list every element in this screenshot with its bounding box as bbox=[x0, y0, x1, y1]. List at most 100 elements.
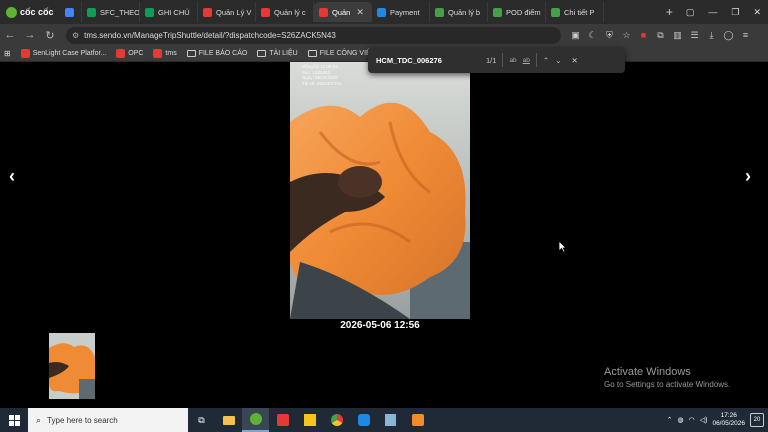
sidebar-icon[interactable]: ▥ bbox=[669, 30, 686, 41]
find-input[interactable] bbox=[376, 55, 476, 65]
bookmark-senlight[interactable]: SenLight Case Platfor... bbox=[20, 49, 106, 58]
tab-search-icon[interactable]: ▢ bbox=[679, 7, 702, 18]
photo-timestamp: 2026-05-06 12:56 bbox=[340, 320, 420, 331]
notification-center-icon[interactable]: 20 bbox=[750, 413, 764, 427]
volume-icon[interactable]: ◁) bbox=[700, 416, 708, 424]
taskbar-search-box[interactable]: ⌕ Type here to search bbox=[28, 408, 188, 432]
photo-overlay-line: Đồng bộ 10:06:03 bbox=[302, 64, 338, 69]
address-bar[interactable]: ⚙ tms.sendo.vn/ManageTripShuttle/detail/… bbox=[66, 26, 561, 44]
find-in-page-bar: 1/1 ab ab ⌃ ⌄ ✕ bbox=[368, 47, 625, 73]
tab-label: Quản lý c bbox=[274, 7, 306, 17]
bookmark-folder-tai-lieu[interactable]: TÀI LIỆU bbox=[257, 50, 298, 57]
windows-logo-icon bbox=[8, 414, 20, 426]
tab[interactable]: POD điểm bbox=[488, 2, 546, 22]
tab[interactable]: GHI CHÚ bbox=[140, 2, 198, 22]
file-explorer-icon[interactable] bbox=[215, 408, 242, 432]
folder-icon bbox=[257, 50, 267, 57]
minimize-button[interactable]: — bbox=[701, 7, 724, 17]
tab-favicon-icon bbox=[261, 7, 270, 17]
wifi-icon[interactable]: ◠ bbox=[689, 416, 695, 424]
forward-button[interactable]: → bbox=[20, 29, 40, 41]
notepad-icon[interactable] bbox=[377, 408, 404, 432]
start-button[interactable] bbox=[0, 414, 28, 426]
zalo-icon[interactable] bbox=[350, 408, 377, 432]
watermark-title: Activate Windows bbox=[604, 366, 691, 378]
tray-overflow-icon[interactable]: ⌃ bbox=[667, 416, 673, 424]
find-separator bbox=[502, 53, 504, 67]
tab-close-icon[interactable]: ✕ bbox=[356, 7, 364, 18]
profile-icon[interactable]: ◯ bbox=[720, 30, 737, 41]
next-image-arrow-icon[interactable]: › bbox=[745, 166, 751, 187]
bookmark-tms[interactable]: tms bbox=[153, 49, 177, 58]
tab-favicon-icon bbox=[65, 7, 74, 17]
folder-icon bbox=[307, 50, 317, 57]
menu-icon[interactable]: ≡ bbox=[737, 30, 754, 40]
tab-label: Chi tiết P bbox=[564, 7, 595, 17]
apps-grid-icon[interactable]: ⊞ bbox=[4, 49, 11, 58]
shield-icon[interactable]: ⛨ bbox=[601, 30, 618, 41]
new-tab-button[interactable]: + bbox=[660, 5, 679, 19]
bookmark-folder-bao-cao[interactable]: FILE BÁO CÁO bbox=[186, 50, 247, 57]
bookmark-star-icon[interactable]: ☆ bbox=[618, 30, 635, 41]
previous-image-arrow-icon[interactable]: ‹ bbox=[9, 166, 15, 187]
match-case-toggle[interactable]: ab bbox=[509, 57, 516, 64]
tms-favicon-icon bbox=[153, 49, 163, 58]
folder-icon bbox=[186, 50, 196, 57]
download-icon[interactable]: ⤓ bbox=[703, 30, 720, 41]
wps-office-icon[interactable] bbox=[269, 408, 296, 432]
tab[interactable] bbox=[60, 2, 82, 22]
dark-mode-icon[interactable]: ☾ bbox=[584, 30, 601, 41]
browser-brand[interactable]: cốc cốc bbox=[0, 6, 60, 18]
tab[interactable]: Payment bbox=[372, 2, 430, 22]
tab-favicon-icon bbox=[319, 7, 328, 17]
browser-tab-bar: cốc cốc SFC_THEO GHI CHÚ Quản Lý V Quản lý … bbox=[0, 0, 768, 24]
tab-favicon-icon bbox=[551, 7, 560, 17]
site-info-icon[interactable]: ⚙ bbox=[72, 31, 79, 40]
tab-label: Quản bbox=[332, 7, 351, 17]
whole-word-toggle[interactable]: ab bbox=[523, 57, 530, 64]
bookmark-opc[interactable]: OPC bbox=[116, 49, 143, 58]
coccoc-logo-icon bbox=[6, 6, 17, 18]
find-previous-icon[interactable]: ⌃ bbox=[543, 56, 549, 65]
tab-active[interactable]: Quản ✕ bbox=[314, 2, 372, 22]
tab-label: Quản Lý V bbox=[216, 7, 252, 17]
activate-windows-watermark: Activate Windows Go to Settings to activ… bbox=[604, 366, 730, 389]
translate-icon[interactable]: ▣ bbox=[567, 30, 584, 41]
tab-favicon-icon bbox=[145, 7, 154, 17]
restore-button[interactable]: ❐ bbox=[724, 7, 746, 18]
reload-button[interactable]: ↻ bbox=[40, 29, 60, 42]
task-view-icon[interactable]: ⧉ bbox=[188, 408, 215, 432]
watermark-subtitle: Go to Settings to activate Windows. bbox=[604, 380, 731, 389]
collections-icon[interactable]: ☰ bbox=[686, 30, 703, 41]
find-match-count: 1/1 bbox=[486, 55, 497, 65]
network-icon[interactable]: ◍ bbox=[678, 416, 684, 424]
chrome-icon[interactable] bbox=[323, 408, 350, 432]
tab[interactable]: SFC_THEO bbox=[82, 2, 140, 22]
back-button[interactable]: ← bbox=[0, 29, 20, 41]
tab[interactable]: Chi tiết P bbox=[546, 2, 604, 22]
find-next-icon[interactable]: ⌄ bbox=[555, 56, 561, 65]
search-icon: ⌕ bbox=[36, 414, 42, 425]
find-close-icon[interactable]: ✕ bbox=[572, 56, 578, 65]
tab-favicon-icon bbox=[87, 7, 96, 17]
tab[interactable]: Quản Lý V bbox=[198, 2, 256, 22]
delivery-photo[interactable]: Đồng bộ 10:06:03 Sen: 1225653 Ngày: 06/0… bbox=[290, 62, 470, 319]
mouse-cursor-icon bbox=[558, 240, 567, 253]
taskbar-clock[interactable]: 17:26 06/05/2026 bbox=[712, 412, 745, 428]
extensions-puzzle-icon[interactable]: ⧉ bbox=[652, 30, 669, 41]
tab[interactable]: Quản lý b bbox=[430, 2, 488, 22]
photo-thumbnail[interactable] bbox=[49, 333, 95, 399]
photo-overlay-line: Tài xế: 0363407711 bbox=[302, 80, 342, 86]
extension-icon[interactable]: ■ bbox=[635, 30, 652, 40]
opc-favicon-icon bbox=[116, 49, 126, 58]
coccoc-browser-icon[interactable] bbox=[242, 408, 269, 432]
tab-label: Quản lý b bbox=[448, 7, 481, 17]
tab-favicon-icon bbox=[377, 7, 386, 17]
bookmark-folder-cong-viec[interactable]: FILE CÔNG VIỆC bbox=[307, 50, 376, 57]
close-window-button[interactable]: ✕ bbox=[746, 7, 768, 18]
system-tray: ⌃ ◍ ◠ ◁) 17:26 06/05/2026 20 bbox=[667, 412, 768, 428]
app-orange-icon[interactable] bbox=[404, 408, 431, 432]
sticky-notes-icon[interactable] bbox=[296, 408, 323, 432]
thumbnail-image bbox=[49, 333, 95, 399]
tab[interactable]: Quản lý c bbox=[256, 2, 314, 22]
